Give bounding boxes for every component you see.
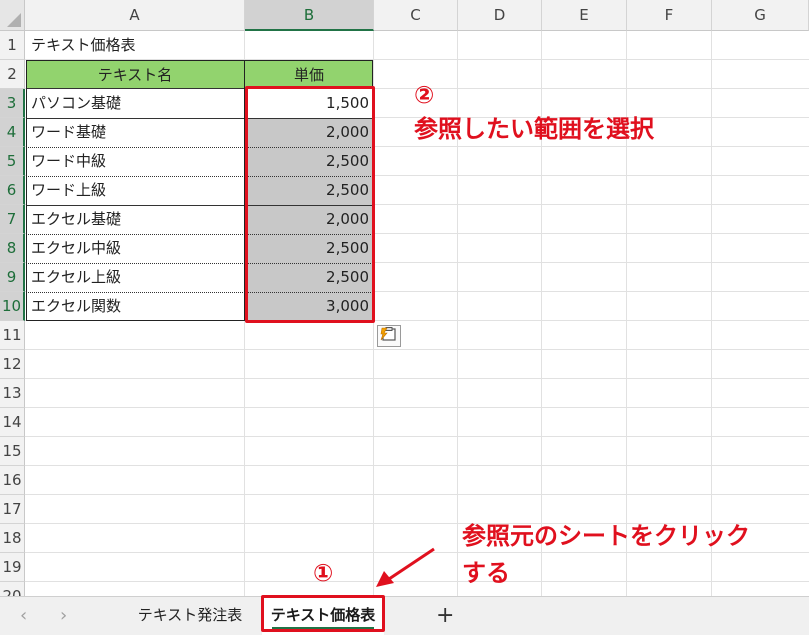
column-header-c[interactable]: C <box>374 0 458 31</box>
column-header-b[interactable]: B <box>245 0 374 31</box>
grid-line <box>25 349 809 350</box>
row-header-5[interactable]: 5 <box>0 147 25 176</box>
row-header-6[interactable]: 6 <box>0 176 25 205</box>
row-header-14[interactable]: 14 <box>0 408 25 437</box>
row-header-13[interactable]: 13 <box>0 379 25 408</box>
column-header-e[interactable]: E <box>542 0 627 31</box>
row-header-3[interactable]: 3 <box>0 89 25 118</box>
row-header-9[interactable]: 9 <box>0 263 25 292</box>
next-sheet-button[interactable]: › <box>60 605 67 626</box>
row-header-15[interactable]: 15 <box>0 437 25 466</box>
cell-a10[interactable]: エクセル関数 <box>26 292 244 321</box>
cell-a3[interactable]: パソコン基礎 <box>26 89 244 118</box>
tab-highlight-box <box>261 595 385 632</box>
sheet-tab-bar: ‹ › テキスト発注表 テキスト価格表 + <box>0 596 809 635</box>
row-header-1[interactable]: 1 <box>0 31 25 60</box>
cell-a8[interactable]: エクセル中級 <box>26 234 244 263</box>
column-header-a[interactable]: A <box>25 0 245 31</box>
grid-line <box>25 465 809 466</box>
cell-a9[interactable]: エクセル上級 <box>26 263 244 292</box>
grid-line <box>25 407 809 408</box>
grid-line <box>25 378 809 379</box>
row-header-17[interactable]: 17 <box>0 495 25 524</box>
row-header-18[interactable]: 18 <box>0 524 25 553</box>
grid-line <box>25 494 809 495</box>
row-header-16[interactable]: 16 <box>0 466 25 495</box>
paste-options-icon-glyph <box>380 327 396 341</box>
cell-a5[interactable]: ワード中級 <box>26 147 244 176</box>
annotation-number-2: ② <box>414 81 435 109</box>
cell-b2-header[interactable]: 単価 <box>245 60 373 89</box>
row-header-4[interactable]: 4 <box>0 118 25 147</box>
select-all-corner[interactable] <box>0 0 25 31</box>
add-sheet-button[interactable]: + <box>436 597 454 635</box>
annotation-text-click-sheet-2: する <box>462 559 510 587</box>
row-header-2[interactable]: 2 <box>0 60 25 89</box>
cell-a7[interactable]: エクセル基礎 <box>26 205 244 234</box>
column-header-d[interactable]: D <box>458 0 542 31</box>
column-header-f[interactable]: F <box>627 0 712 31</box>
cell-a4[interactable]: ワード基礎 <box>26 118 244 147</box>
cell-a6[interactable]: ワード上級 <box>26 176 244 205</box>
prev-sheet-button[interactable]: ‹ <box>20 605 27 626</box>
row-header-19[interactable]: 19 <box>0 553 25 582</box>
sheet-tab-order[interactable]: テキスト発注表 <box>126 597 254 635</box>
row-header-20[interactable]: 20 <box>0 582 25 596</box>
arrow-icon <box>376 547 435 587</box>
spreadsheet-grid[interactable]: A B C D E F G 1 2 3 4 5 6 7 8 9 10 11 12 13 14 15 16 17 1… <box>0 0 809 596</box>
cell-a1-title[interactable]: テキスト価格表 <box>26 31 244 60</box>
cell-a2-header[interactable]: テキスト名 <box>26 60 244 89</box>
annotation-text-click-sheet: 参照元のシートをクリック <box>462 522 750 550</box>
grid-line <box>25 436 809 437</box>
annotation-number-1: ① <box>313 559 334 587</box>
row-header-8[interactable]: 8 <box>0 234 25 263</box>
row-header-11[interactable]: 11 <box>0 321 25 350</box>
selection-highlight-box <box>245 86 375 323</box>
row-header-12[interactable]: 12 <box>0 350 25 379</box>
paste-options-icon[interactable] <box>377 325 401 347</box>
row-header-7[interactable]: 7 <box>0 205 25 234</box>
annotation-text-select-range: 参照したい範囲を選択 <box>414 115 654 143</box>
row-header-10[interactable]: 10 <box>0 292 25 321</box>
column-header-g[interactable]: G <box>712 0 809 31</box>
